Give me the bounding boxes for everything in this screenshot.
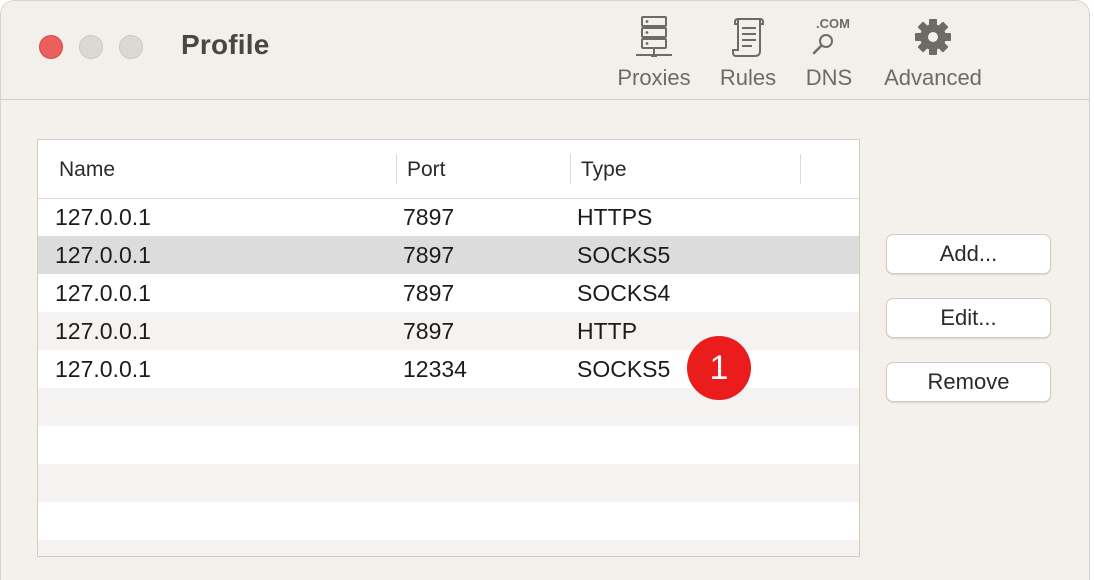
dns-icon-text: .COM — [816, 16, 850, 31]
cell-port: 7897 — [403, 204, 455, 230]
add-button[interactable]: Add... — [886, 234, 1051, 274]
edit-button[interactable]: Edit... — [886, 298, 1051, 338]
toolbar-rules[interactable]: Rules — [715, 15, 781, 91]
table-header: Name Port Type — [38, 140, 859, 199]
column-header-type[interactable]: Type — [581, 158, 627, 182]
cell-type: SOCKS5 — [577, 356, 671, 382]
toolbar-advanced-label: Advanced — [884, 65, 982, 90]
column-divider[interactable] — [570, 154, 571, 184]
cell-type: SOCKS5 — [577, 242, 671, 268]
profile-window: Profile Proxies Rules .COM DNS Advanced … — [0, 0, 1090, 580]
title-bar: Profile Proxies Rules .COM DNS Advanced — [1, 1, 1089, 100]
table-row-selected[interactable]: 127.0.0.1 7897 SOCKS5 — [38, 236, 859, 274]
dns-search-icon: .COM — [812, 16, 850, 55]
toolbar-dns[interactable]: .COM DNS — [801, 15, 857, 91]
cell-name: 127.0.0.1 — [55, 318, 151, 344]
server-icon — [636, 16, 672, 57]
zoom-window-button[interactable] — [119, 35, 143, 59]
close-window-button[interactable] — [39, 35, 63, 59]
cell-type: HTTPS — [577, 204, 653, 230]
minimize-window-button[interactable] — [79, 35, 103, 59]
empty-row — [38, 426, 859, 464]
toolbar-dns-label: DNS — [805, 65, 853, 90]
cell-port: 7897 — [403, 242, 455, 268]
toolbar-proxies-label: Proxies — [617, 65, 691, 90]
table-row[interactable]: 127.0.0.1 7897 SOCKS4 — [38, 274, 859, 312]
remove-button[interactable]: Remove — [886, 362, 1051, 402]
gear-icon — [915, 19, 951, 55]
column-header-name[interactable]: Name — [59, 158, 115, 182]
cell-port: 12334 — [403, 356, 467, 382]
cell-type: SOCKS4 — [577, 280, 671, 306]
toolbar-proxies[interactable]: Proxies — [611, 15, 697, 91]
table-row[interactable]: 127.0.0.1 7897 HTTPS — [38, 198, 859, 236]
scroll-icon — [732, 18, 764, 57]
cell-name: 127.0.0.1 — [55, 280, 151, 306]
window-title: Profile — [181, 29, 270, 60]
empty-row — [38, 502, 859, 540]
column-divider[interactable] — [800, 154, 801, 184]
cell-type: HTTP — [577, 318, 638, 344]
column-divider[interactable] — [396, 154, 397, 184]
toolbar-advanced[interactable]: Advanced — [877, 15, 989, 91]
empty-row — [38, 464, 859, 502]
toolbar-rules-label: Rules — [719, 65, 777, 90]
cell-port: 7897 — [403, 280, 455, 306]
empty-row — [38, 540, 859, 556]
cell-name: 127.0.0.1 — [55, 242, 151, 268]
annotation-badge: 1 — [687, 336, 751, 400]
cell-port: 7897 — [403, 318, 455, 344]
cell-name: 127.0.0.1 — [55, 204, 151, 230]
cell-name: 127.0.0.1 — [55, 356, 151, 382]
column-header-port[interactable]: Port — [407, 158, 446, 182]
